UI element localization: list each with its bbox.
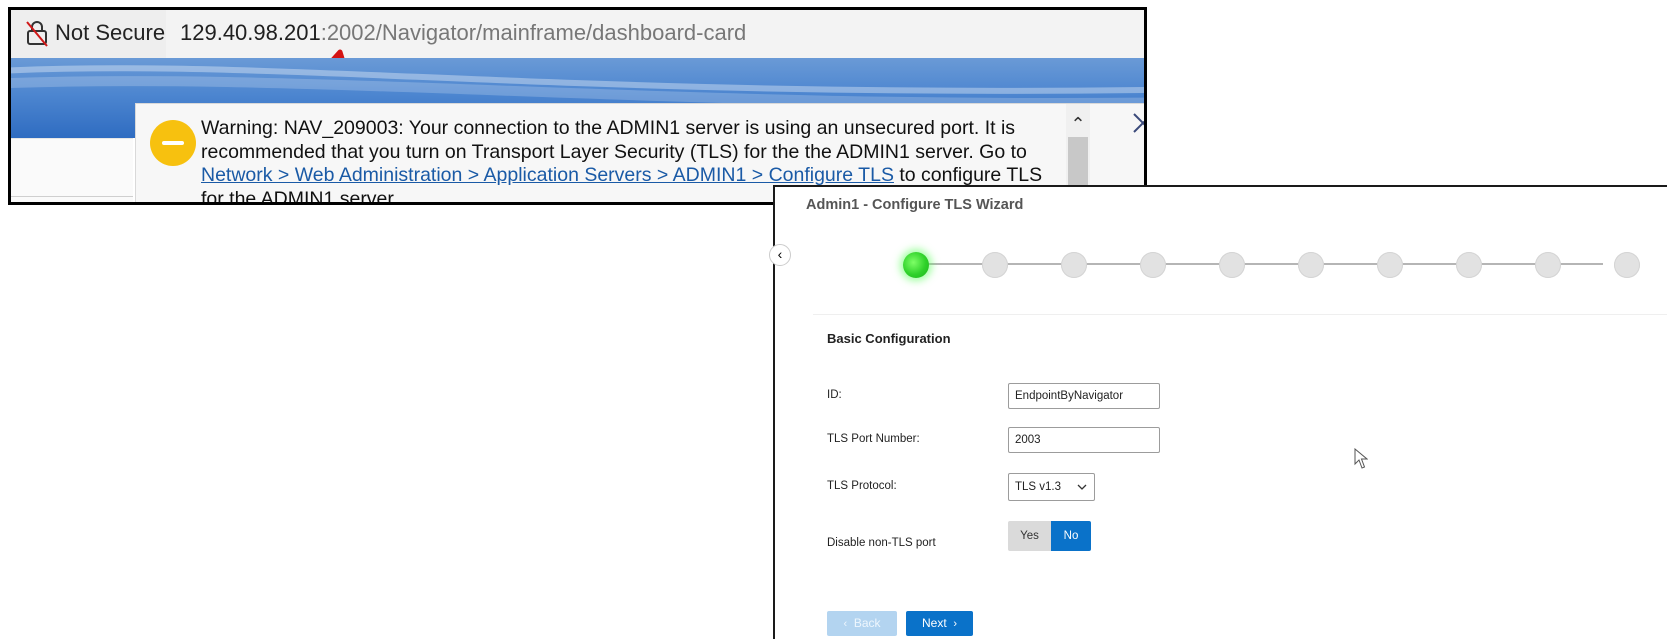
section-title: Basic Configuration — [827, 331, 951, 346]
step-8[interactable] — [1456, 252, 1482, 278]
mouse-cursor-icon — [1354, 448, 1368, 469]
configure-tls-wizard: Admin1 - Configure TLS Wizard ‹ Basic Co… — [769, 185, 1667, 639]
tls-protocol-label: TLS Protocol: — [827, 480, 897, 492]
url-path: :2002/Navigator/mainframe/dashboard-card — [320, 20, 747, 45]
next-button-label: Next — [921, 616, 947, 630]
chevron-right-icon: › — [953, 618, 958, 630]
tls-protocol-select[interactable]: TLS v1.3 — [1008, 473, 1095, 501]
chevron-down-icon — [1077, 484, 1087, 490]
address-bar[interactable]: Not Secure 129.40.98.201:2002/Navigator/… — [11, 10, 1144, 58]
stepper-track — [913, 263, 1603, 265]
step-4[interactable] — [1140, 252, 1166, 278]
warning-text-before-link: Warning: NAV_209003: Your connection to … — [201, 117, 1027, 163]
wizard-title: Admin1 - Configure TLS Wizard — [806, 197, 1024, 213]
step-6[interactable] — [1298, 252, 1324, 278]
toggle-yes-option[interactable]: Yes — [1008, 521, 1051, 551]
id-label: ID: — [827, 389, 842, 401]
back-button[interactable]: ‹ Back — [827, 611, 897, 636]
step-9[interactable] — [1535, 252, 1561, 278]
disable-non-tls-toggle: Yes No — [1008, 521, 1091, 551]
url-field[interactable]: 129.40.98.201:2002/Navigator/mainframe/d… — [166, 10, 1144, 58]
id-input[interactable] — [1008, 383, 1160, 409]
section-divider — [813, 314, 1667, 315]
tls-port-label: TLS Port Number: — [827, 433, 920, 445]
scroll-up-icon[interactable]: ⌃ — [1066, 112, 1090, 136]
back-button-label: Back — [853, 616, 881, 630]
chevron-left-icon: ‹ — [843, 618, 848, 630]
next-button[interactable]: Next › — [906, 611, 973, 636]
browser-screenshot-crop: Not Secure 129.40.98.201:2002/Navigator/… — [8, 7, 1147, 205]
step-10[interactable] — [1614, 252, 1640, 278]
step-2[interactable] — [982, 252, 1008, 278]
left-strip-divider — [11, 196, 133, 197]
close-icon[interactable] — [1128, 108, 1147, 138]
warning-minus-icon — [150, 120, 196, 166]
url-host: 129.40.98.201 — [180, 20, 321, 45]
security-indicator[interactable]: Not Secure — [11, 10, 166, 58]
url-text: 129.40.98.201:2002/Navigator/mainframe/d… — [180, 20, 746, 46]
step-5[interactable] — [1219, 252, 1245, 278]
wizard-stepper — [903, 250, 1667, 280]
step-3[interactable] — [1061, 252, 1087, 278]
toggle-no-option[interactable]: No — [1051, 521, 1091, 551]
tls-protocol-value: TLS v1.3 — [1015, 481, 1062, 493]
step-7[interactable] — [1377, 252, 1403, 278]
page-left-strip — [11, 138, 133, 202]
configure-tls-link[interactable]: Network > Web Administration > Applicati… — [201, 164, 894, 186]
lock-crossed-icon — [26, 21, 48, 47]
tls-port-input[interactable] — [1008, 427, 1160, 453]
collapse-chevron-left-icon[interactable]: ‹ — [769, 244, 791, 266]
disable-non-tls-label: Disable non-TLS port — [827, 537, 936, 549]
not-secure-label: Not Secure — [55, 20, 166, 45]
step-1[interactable] — [903, 252, 929, 278]
